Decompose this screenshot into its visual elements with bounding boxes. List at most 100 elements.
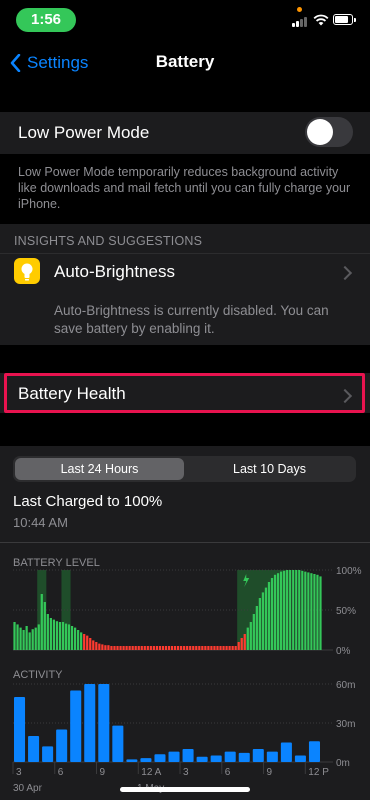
battery-level-bar [225, 646, 228, 650]
battery-level-bar [137, 646, 140, 650]
battery-level-bar [40, 594, 43, 650]
battery-level-bar [19, 627, 22, 650]
battery-status-icon [333, 14, 356, 25]
battery-level-bar [292, 570, 295, 650]
battery-level-bar [104, 645, 107, 650]
activity-bar [182, 749, 194, 762]
battery-level-bar [89, 638, 92, 650]
battery-level-bar [77, 630, 80, 650]
battery-level-bar [313, 574, 316, 650]
battery-level-bar [219, 646, 222, 650]
battery-level-bar [61, 622, 65, 650]
x-tick-label: 9 [100, 767, 106, 778]
battery-level-bar [101, 644, 104, 650]
segment-last-24-hours[interactable]: Last 24 Hours [15, 458, 184, 480]
activity-bar [294, 755, 306, 762]
auto-brightness-row[interactable]: Auto-Brightness [54, 262, 175, 282]
battery-level-bar [180, 646, 183, 650]
battery-level-bar [264, 587, 268, 650]
battery-level-bar [243, 634, 246, 650]
battery-level-bar [125, 646, 128, 650]
battery-level-bar [240, 638, 243, 650]
y-tick-label: 0% [336, 646, 351, 657]
battery-level-bar [49, 618, 52, 650]
battery-level-bar [110, 646, 113, 650]
battery-level-bar [67, 624, 71, 650]
battery-level-bar [113, 646, 116, 650]
battery-level-bar [170, 646, 174, 650]
battery-level-bar [83, 634, 86, 650]
battery-level-bar [46, 614, 49, 650]
battery-level-bar [319, 576, 322, 650]
battery-level-bar [231, 646, 234, 650]
battery-level-bar [58, 622, 62, 650]
battery-level-bar [186, 646, 189, 650]
activity-bar [266, 751, 278, 762]
x-date-label: 30 Apr [13, 783, 43, 794]
battery-level-bar [316, 574, 319, 650]
x-tick-label: 12 P [308, 767, 329, 778]
battery-level-bar [95, 642, 98, 650]
battery-level-bar [37, 624, 40, 650]
battery-level-bar [80, 632, 83, 650]
battery-level-bar [301, 570, 304, 650]
activity-bar [308, 741, 320, 762]
activity-bar [70, 690, 82, 762]
battery-level-bar [237, 642, 240, 650]
battery-level-bar [86, 635, 89, 650]
activity-bar [126, 759, 138, 762]
battery-level-bar [276, 573, 280, 650]
battery-level-bar [213, 646, 216, 650]
battery-level-bar [307, 572, 310, 650]
battery-level-bar [298, 570, 301, 650]
battery-level-bar [192, 646, 195, 650]
activity-bar [154, 754, 166, 762]
status-time: 1:56 [16, 8, 76, 32]
battery-level-chart: 100% 50% 0% [13, 566, 362, 657]
cellular-signal-icon [292, 15, 310, 27]
activity-bar [196, 756, 208, 762]
battery-level-bar [34, 627, 37, 650]
battery-level-bar [140, 646, 143, 650]
activity-bar [238, 752, 250, 762]
activity-bar [56, 729, 68, 762]
battery-level-bar [258, 598, 262, 650]
battery-level-bar [304, 571, 307, 650]
battery-level-bar [155, 646, 159, 650]
y-tick-label: 50% [336, 606, 356, 617]
lightbulb-icon [14, 258, 40, 284]
battery-level-bar [98, 643, 101, 650]
insights-header: INSIGHTS AND SUGGESTIONS [14, 234, 203, 248]
privacy-indicator [297, 7, 302, 12]
wifi-icon [313, 14, 329, 26]
battery-level-bar [310, 573, 313, 650]
battery-level-bar [198, 646, 201, 650]
x-tick-label: 3 [183, 767, 189, 778]
battery-level-bar [283, 570, 286, 650]
activity-bar [252, 749, 264, 762]
battery-level-bar [295, 570, 298, 650]
period-selector: Last 24 Hours Last 10 Days [13, 456, 356, 482]
battery-level-bar [249, 622, 252, 650]
battery-level-bar [228, 646, 231, 650]
x-tick-label: 3 [16, 767, 22, 778]
battery-level-bar [289, 570, 292, 650]
battery-level-bar [286, 570, 289, 650]
low-power-toggle[interactable] [305, 117, 353, 147]
battery-level-bar [234, 646, 237, 650]
y-tick-label: 0m [336, 758, 350, 769]
battery-level-bar [70, 626, 74, 650]
battery-level-bar [31, 629, 34, 650]
battery-level-bar [255, 606, 258, 650]
x-tick-label: 12 A [141, 767, 161, 778]
battery-level-bar [107, 645, 110, 650]
battery-level-bar [246, 627, 249, 650]
battery-level-bar [119, 646, 122, 650]
auto-brightness-description: Auto-Brightness is currently disabled. Y… [54, 303, 329, 336]
battery-level-bar [52, 619, 56, 650]
segment-last-10-days[interactable]: Last 10 Days [185, 458, 354, 480]
battery-level-bar [92, 640, 95, 650]
battery-level-bar [189, 646, 192, 650]
x-tick-label: 6 [225, 767, 231, 778]
battery-level-bar [222, 646, 225, 650]
